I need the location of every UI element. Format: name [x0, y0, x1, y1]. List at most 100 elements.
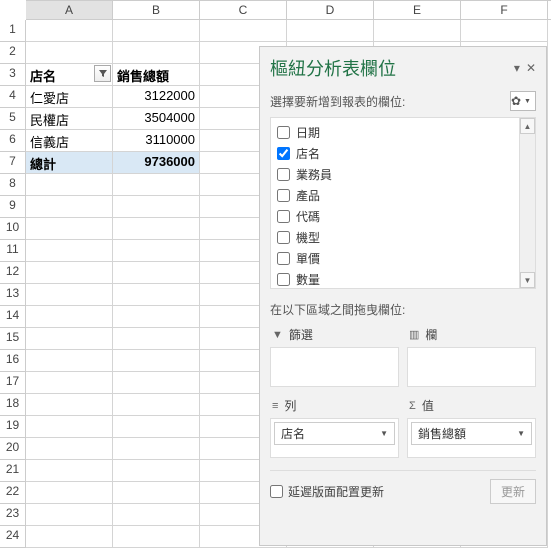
row-header-13[interactable]: 13 — [0, 284, 26, 306]
cell-B5[interactable]: 3504000 — [113, 108, 200, 130]
row-header-12[interactable]: 12 — [0, 262, 26, 284]
row-header-20[interactable]: 20 — [0, 438, 26, 460]
cell-B10[interactable] — [113, 218, 200, 240]
cell-B2[interactable] — [113, 42, 200, 64]
cell-A3[interactable]: 店名 — [26, 64, 113, 86]
col-header-E[interactable]: E — [374, 1, 461, 19]
row-header-11[interactable]: 11 — [0, 240, 26, 262]
field-row-4[interactable]: 代碼 — [273, 206, 533, 227]
cell-B22[interactable] — [113, 482, 200, 504]
cell-B17[interactable] — [113, 372, 200, 394]
cell-B16[interactable] — [113, 350, 200, 372]
cell-A17[interactable] — [26, 372, 113, 394]
cell-A21[interactable] — [26, 460, 113, 482]
field-checkbox[interactable] — [277, 273, 290, 286]
cell-F1[interactable] — [461, 20, 548, 42]
field-checkbox[interactable] — [277, 147, 290, 160]
cell-A1[interactable] — [26, 20, 113, 42]
cell-B24[interactable] — [113, 526, 200, 548]
field-row-5[interactable]: 機型 — [273, 227, 533, 248]
row-header-18[interactable]: 18 — [0, 394, 26, 416]
columns-dropzone[interactable] — [407, 347, 536, 387]
field-checkbox[interactable] — [277, 168, 290, 181]
row-header-23[interactable]: 23 — [0, 504, 26, 526]
cell-A12[interactable] — [26, 262, 113, 284]
row-header-24[interactable]: 24 — [0, 526, 26, 548]
cell-B12[interactable] — [113, 262, 200, 284]
defer-checkbox[interactable] — [270, 485, 283, 498]
col-header-C[interactable]: C — [200, 1, 287, 19]
rows-item[interactable]: 店名▼ — [274, 422, 395, 445]
cell-A10[interactable] — [26, 218, 113, 240]
field-row-7[interactable]: 數量 — [273, 269, 533, 290]
row-header-4[interactable]: 4 — [0, 86, 26, 108]
field-checkbox[interactable] — [277, 231, 290, 244]
cell-A5[interactable]: 民權店 — [26, 108, 113, 130]
cell-A22[interactable] — [26, 482, 113, 504]
values-dropzone[interactable]: 銷售總額▼ — [407, 418, 536, 458]
field-checkbox[interactable] — [277, 252, 290, 265]
row-header-6[interactable]: 6 — [0, 130, 26, 152]
pane-dropdown-icon[interactable]: ▾ — [514, 61, 520, 75]
cell-C1[interactable] — [200, 20, 287, 42]
cell-B23[interactable] — [113, 504, 200, 526]
cell-A2[interactable] — [26, 42, 113, 64]
filter-dropzone[interactable] — [270, 347, 399, 387]
cell-B4[interactable]: 3122000 — [113, 86, 200, 108]
row-header-5[interactable]: 5 — [0, 108, 26, 130]
defer-layout-checkbox[interactable]: 延遲版面配置更新 — [270, 483, 384, 500]
cell-B8[interactable] — [113, 174, 200, 196]
cell-A19[interactable] — [26, 416, 113, 438]
cell-A20[interactable] — [26, 438, 113, 460]
row-header-3[interactable]: 3 — [0, 64, 26, 86]
rows-dropzone[interactable]: 店名▼ — [270, 418, 399, 458]
row-header-17[interactable]: 17 — [0, 372, 26, 394]
field-checkbox[interactable] — [277, 210, 290, 223]
cell-B21[interactable] — [113, 460, 200, 482]
scrollbar[interactable]: ▲ ▼ — [519, 118, 535, 288]
col-header-A[interactable]: A — [26, 1, 113, 19]
close-icon[interactable]: ✕ — [526, 61, 536, 75]
cell-A18[interactable] — [26, 394, 113, 416]
cell-A7[interactable]: 總計 — [26, 152, 113, 174]
cell-A15[interactable] — [26, 328, 113, 350]
chevron-down-icon[interactable]: ▼ — [517, 429, 525, 438]
row-header-8[interactable]: 8 — [0, 174, 26, 196]
cell-D1[interactable] — [287, 20, 374, 42]
cell-B18[interactable] — [113, 394, 200, 416]
cell-B9[interactable] — [113, 196, 200, 218]
cell-B20[interactable] — [113, 438, 200, 460]
chevron-down-icon[interactable]: ▼ — [380, 429, 388, 438]
col-header-B[interactable]: B — [113, 1, 200, 19]
field-checkbox[interactable] — [277, 126, 290, 139]
cell-B6[interactable]: 3110000 — [113, 130, 200, 152]
row-header-22[interactable]: 22 — [0, 482, 26, 504]
cell-A4[interactable]: 仁愛店 — [26, 86, 113, 108]
row-header-7[interactable]: 7 — [0, 152, 26, 174]
cell-B1[interactable] — [113, 20, 200, 42]
col-header-D[interactable]: D — [287, 1, 374, 19]
scroll-track[interactable] — [520, 134, 535, 272]
filter-button[interactable] — [94, 65, 111, 82]
field-row-1[interactable]: 店名 — [273, 143, 533, 164]
field-row-2[interactable]: 業務員 — [273, 164, 533, 185]
cell-A6[interactable]: 信義店 — [26, 130, 113, 152]
row-header-14[interactable]: 14 — [0, 306, 26, 328]
field-checkbox[interactable] — [277, 189, 290, 202]
cell-A23[interactable] — [26, 504, 113, 526]
row-header-19[interactable]: 19 — [0, 416, 26, 438]
row-header-9[interactable]: 9 — [0, 196, 26, 218]
cell-A8[interactable] — [26, 174, 113, 196]
cell-A13[interactable] — [26, 284, 113, 306]
cell-E1[interactable] — [374, 20, 461, 42]
row-header-1[interactable]: 1 — [0, 20, 26, 42]
col-header-F[interactable]: F — [461, 1, 548, 19]
cell-B14[interactable] — [113, 306, 200, 328]
cell-B13[interactable] — [113, 284, 200, 306]
gear-button[interactable]: ✿▼ — [510, 91, 536, 111]
row-header-10[interactable]: 10 — [0, 218, 26, 240]
scroll-down-icon[interactable]: ▼ — [520, 272, 535, 288]
row-header-21[interactable]: 21 — [0, 460, 26, 482]
field-row-3[interactable]: 產品 — [273, 185, 533, 206]
cell-B11[interactable] — [113, 240, 200, 262]
